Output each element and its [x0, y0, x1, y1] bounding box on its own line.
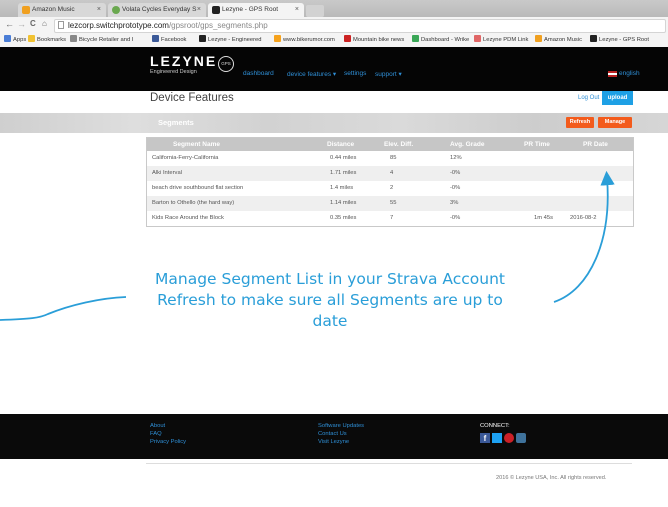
footer-link-about[interactable]: About: [150, 423, 165, 429]
arrow-to-manage-button: [553, 170, 615, 303]
instagram-icon[interactable]: [516, 433, 526, 443]
footer-link-privacy[interactable]: Privacy Policy: [150, 439, 186, 445]
annotation-line: Refresh to make sure all Segments are up…: [157, 291, 503, 309]
twitter-icon[interactable]: [492, 433, 502, 443]
footer-link-contact[interactable]: Contact Us: [318, 431, 347, 437]
footer-link-faq[interactable]: FAQ: [150, 431, 162, 437]
pinterest-icon[interactable]: [504, 433, 514, 443]
annotation-line: Manage Segment List in your Strava Accou…: [155, 270, 505, 288]
footer-link-software-updates[interactable]: Software Updates: [318, 423, 364, 429]
facebook-icon[interactable]: f: [480, 433, 490, 443]
footer-divider: [146, 463, 632, 464]
site-footer: About FAQ Privacy Policy Software Update…: [0, 414, 668, 459]
connect-label: CONNECT:: [480, 423, 510, 429]
annotation-callout: Manage Segment List in your Strava Accou…: [130, 269, 530, 332]
copyright-text: 2016 © Lezyne USA, Inc. All rights reser…: [496, 475, 607, 481]
annotation-line: date: [312, 312, 348, 330]
footer-link-visit[interactable]: Visit Lezyne: [318, 439, 349, 445]
arrow-left-line: [0, 296, 127, 321]
